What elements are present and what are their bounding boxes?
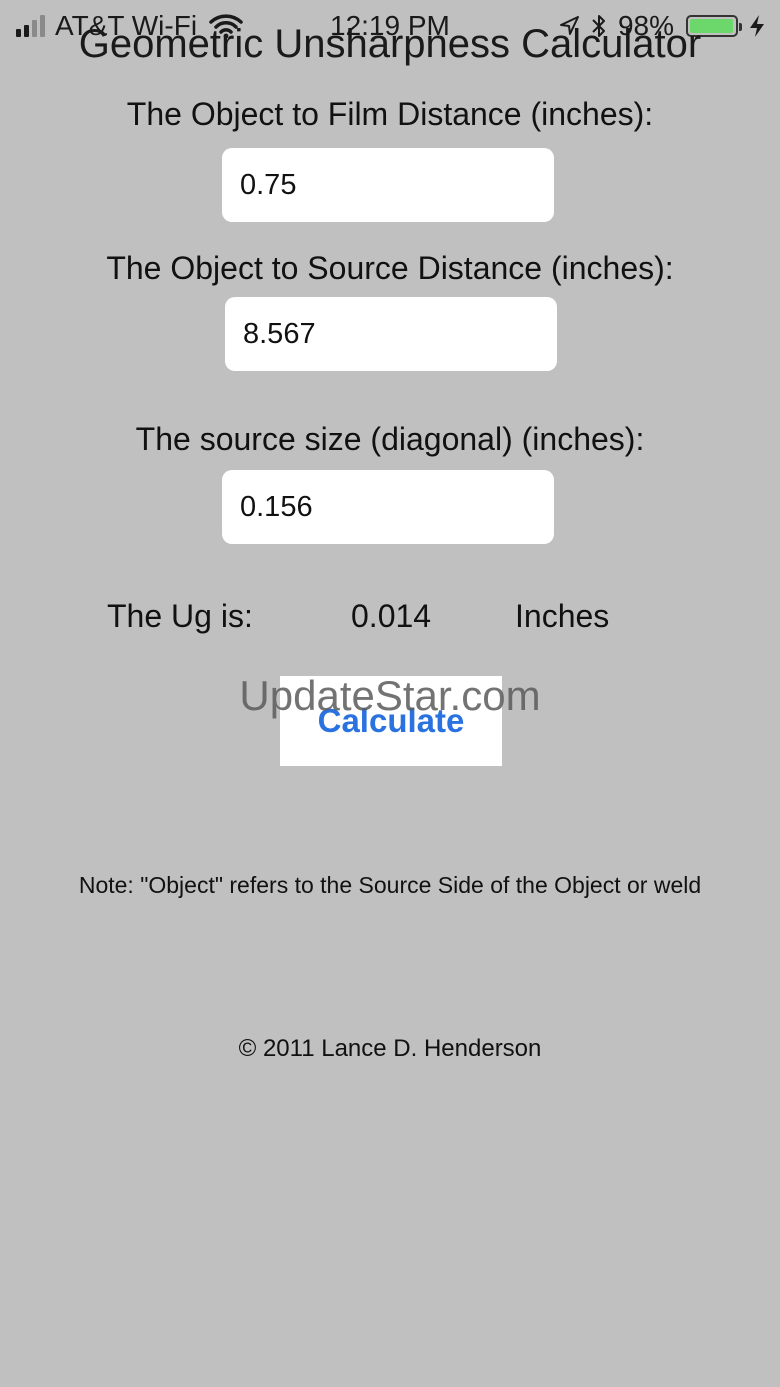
- calculate-button[interactable]: Calculate: [280, 676, 502, 766]
- app-screen: AT&T Wi-Fi 12:19 PM 98% Geometric Unshar…: [0, 0, 780, 1387]
- source-size-label: The source size (diagonal) (inches):: [135, 421, 645, 457]
- note-text: Note: "Object" refers to the Source Side…: [78, 872, 702, 898]
- film-distance-label: The Object to Film Distance (inches):: [126, 96, 654, 132]
- source-size-input[interactable]: [222, 470, 554, 544]
- copyright-text: © 2011 Lance D. Henderson: [238, 1035, 542, 1062]
- result-label: The Ug is:: [107, 598, 253, 634]
- result-value: 0.014: [351, 598, 432, 634]
- page-title: Geometric Unsharpness Calculator: [78, 22, 702, 66]
- source-distance-label: The Object to Source Distance (inches):: [106, 250, 674, 286]
- result-unit: Inches: [515, 598, 610, 634]
- film-distance-input[interactable]: [222, 148, 554, 222]
- source-distance-input[interactable]: [225, 297, 557, 371]
- result-row: The Ug is: 0.014 Inches: [0, 598, 780, 642]
